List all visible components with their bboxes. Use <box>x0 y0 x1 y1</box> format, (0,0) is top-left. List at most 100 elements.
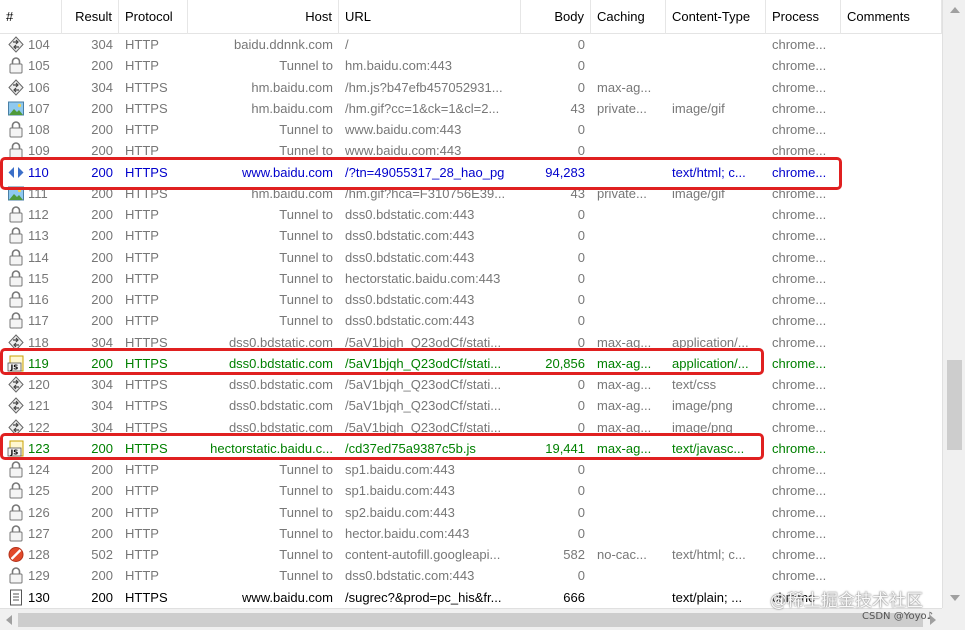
session-row[interactable]: 124 200 HTTP Tunnel to sp1.baidu.com:443 0 chr… <box>0 459 942 480</box>
session-row[interactable]: 127 200 HTTP Tunnel to hector.baidu.com:443 0… <box>0 523 942 544</box>
cell-protocol: HTTPS <box>125 377 168 392</box>
cell-url: content-autofill.googleapi... <box>345 547 501 562</box>
cell-body: 0 <box>577 143 585 159</box>
cell-process: chrome... <box>772 525 827 541</box>
cell-protocol: HTTPS <box>125 334 168 350</box>
session-row[interactable]: 126 200 HTTP Tunnel to sp2.baidu.com:443 0 chr… <box>0 502 942 523</box>
cell-process: chrome... <box>772 440 827 456</box>
session-row[interactable]: 129 200 HTTP Tunnel to dss0.bdstatic.com:443… <box>0 565 942 586</box>
session-row[interactable]: 117 200 HTTP Tunnel to dss0.bdstatic.com:443… <box>0 310 942 331</box>
session-row[interactable]: 112 200 HTTP Tunnel to dss0.bdstatic.com:443… <box>0 204 942 225</box>
cell-protocol: HTTPS <box>125 398 168 414</box>
cell-body: 0 <box>577 58 585 74</box>
cell-url: dss0.bdstatic.com:443 <box>345 313 475 329</box>
session-row[interactable]: 122 304 HTTPS dss0.bdstatic.com/5aV1bjqh_Q2… <box>0 417 942 438</box>
session-row[interactable]: 118 304 HTTPS dss0.bdstatic.com/5aV1bjqh_Q2… <box>0 332 942 353</box>
cell-url: hm.baidu.com:443 <box>345 58 452 74</box>
session-row[interactable]: 107 200 HTTPS hm.baidu.com/hm.gif?cc=1&ck=1… <box>0 98 942 119</box>
cell-host: Tunnel to <box>279 270 333 286</box>
cell-caching: max-ag... <box>597 355 652 371</box>
horizontal-scrollbar[interactable] <box>0 608 942 630</box>
scroll-down-arrow-icon[interactable] <box>950 595 960 601</box>
cell-url: www.baidu.com:443 <box>345 143 462 159</box>
cell-content-type <box>666 204 766 225</box>
vertical-scrollbar[interactable] <box>942 0 965 608</box>
column-header-content-type[interactable]: Content-Type <box>666 0 766 34</box>
session-row[interactable]: 104 304 HTTP baidu.ddnnk.com / 0 chrome... <box>0 34 942 55</box>
session-number: 109 <box>28 143 50 159</box>
cell-comments <box>841 438 942 459</box>
column-header-url[interactable]: URL <box>339 0 521 34</box>
column-header-row: # Result Protocol Host URL Body Caching … <box>0 0 942 34</box>
cell-caching <box>591 523 666 544</box>
session-row[interactable]: 114 200 HTTP Tunnel to dss0.bdstatic.com:443… <box>0 247 942 268</box>
session-number: 112 <box>28 207 49 222</box>
session-row[interactable]: 120 304 HTTPS dss0.bdstatic.com/5aV1bjqh_Q2… <box>0 374 942 395</box>
session-number: 114 <box>28 249 49 265</box>
cell-content-type: text/css <box>672 377 717 392</box>
session-row[interactable]: 109 200 HTTP Tunnel to www.baidu.com:443 0 chr… <box>0 140 942 161</box>
session-row[interactable]: JS 119 200 HTTPS dss0.bdstatic.com/5aV1bjqh_… <box>0 353 942 374</box>
session-number-cell: 107 <box>0 98 62 119</box>
cell-body: 0 <box>577 122 585 137</box>
session-row[interactable]: 110 200 HTTPS www.baidu.com /?tn=49055317_28… <box>0 162 942 183</box>
session-row[interactable]: 106 304 HTTPS hm.baidu.com/hm.js?b47efb4570… <box>0 77 942 98</box>
cell-content-type: text/plain; ... <box>672 589 743 605</box>
column-header-caching[interactable]: Caching <box>591 0 666 34</box>
vertical-scroll-thumb[interactable] <box>947 360 962 450</box>
cell-result: 200 <box>91 143 113 159</box>
cell-content-type <box>666 77 766 98</box>
cell-result: 200 <box>91 185 113 201</box>
cell-url: /hm.gif?hca=F310756E39... <box>345 185 506 201</box>
session-number-cell: 105 <box>0 55 62 76</box>
cell-caching <box>591 204 666 225</box>
cell-process: chrome... <box>772 398 827 414</box>
cell-process: chrome... <box>772 462 827 477</box>
cell-host: hm.baidu.com <box>251 79 333 95</box>
column-header-result[interactable]: Result <box>62 0 119 34</box>
cell-url: dss0.bdstatic.com:443 <box>345 568 475 584</box>
session-row[interactable]: 115 200 HTTP Tunnel to hectorstatic.baidu.co… <box>0 268 942 289</box>
cell-content-type <box>666 268 766 289</box>
session-number: 130 <box>28 589 50 605</box>
session-row[interactable]: 121 304 HTTPS dss0.bdstatic.com/5aV1bjqh_Q2… <box>0 395 942 416</box>
column-header-host[interactable]: Host <box>188 0 339 34</box>
cell-comments <box>841 353 942 374</box>
session-number-cell: 126 <box>0 502 62 523</box>
column-header-body[interactable]: Body <box>521 0 591 34</box>
session-row[interactable]: 128 502 HTTP Tunnel to content-autofill.goog… <box>0 544 942 565</box>
session-row[interactable]: 105 200 HTTP Tunnel to hm.baidu.com:443 0 chro… <box>0 55 942 76</box>
session-number: 111 <box>28 185 48 201</box>
cell-comments <box>841 310 942 331</box>
diamond-arrows-icon <box>7 376 25 393</box>
cell-comments <box>841 502 942 523</box>
session-row[interactable]: JS 123 200 HTTPS hectorstatic.baidu.c... /cd3… <box>0 438 942 459</box>
session-number: 107 <box>28 100 50 116</box>
session-row[interactable]: 111 200 HTTPS hm.baidu.com/hm.gif?hca=F3107… <box>0 183 942 204</box>
cell-url: sp1.baidu.com:443 <box>345 462 455 477</box>
session-number: 104 <box>28 37 50 52</box>
column-header-process[interactable]: Process <box>766 0 841 34</box>
cell-result: 200 <box>91 504 113 520</box>
cell-process: chrome... <box>772 377 827 392</box>
cell-result: 200 <box>91 483 113 499</box>
scrollbar-corner <box>942 608 965 630</box>
column-header-comments[interactable]: Comments <box>841 0 942 34</box>
cell-content-type <box>666 480 766 501</box>
column-header-num[interactable]: # <box>0 0 62 34</box>
cell-caching: max-ag... <box>597 440 652 456</box>
session-number-cell: 117 <box>0 310 62 331</box>
session-row[interactable]: 113 200 HTTP Tunnel to dss0.bdstatic.com:443… <box>0 225 942 246</box>
cell-body: 0 <box>577 37 585 52</box>
session-row[interactable]: 116 200 HTTP Tunnel to dss0.bdstatic.com:443… <box>0 289 942 310</box>
session-row[interactable]: 108 200 HTTP Tunnel to www.baidu.com:443 0 chr… <box>0 119 942 140</box>
cell-comments <box>841 98 942 119</box>
cell-caching: private... <box>597 185 647 201</box>
scroll-left-arrow-icon[interactable] <box>6 615 12 625</box>
cell-url: www.baidu.com:443 <box>345 122 462 137</box>
js-file-icon: JS <box>7 440 25 457</box>
session-row[interactable]: 125 200 HTTP Tunnel to sp1.baidu.com:443 0 chr… <box>0 480 942 501</box>
horizontal-scroll-thumb[interactable] <box>18 613 923 627</box>
scroll-up-arrow-icon[interactable] <box>950 7 960 13</box>
column-header-protocol[interactable]: Protocol <box>119 0 188 34</box>
